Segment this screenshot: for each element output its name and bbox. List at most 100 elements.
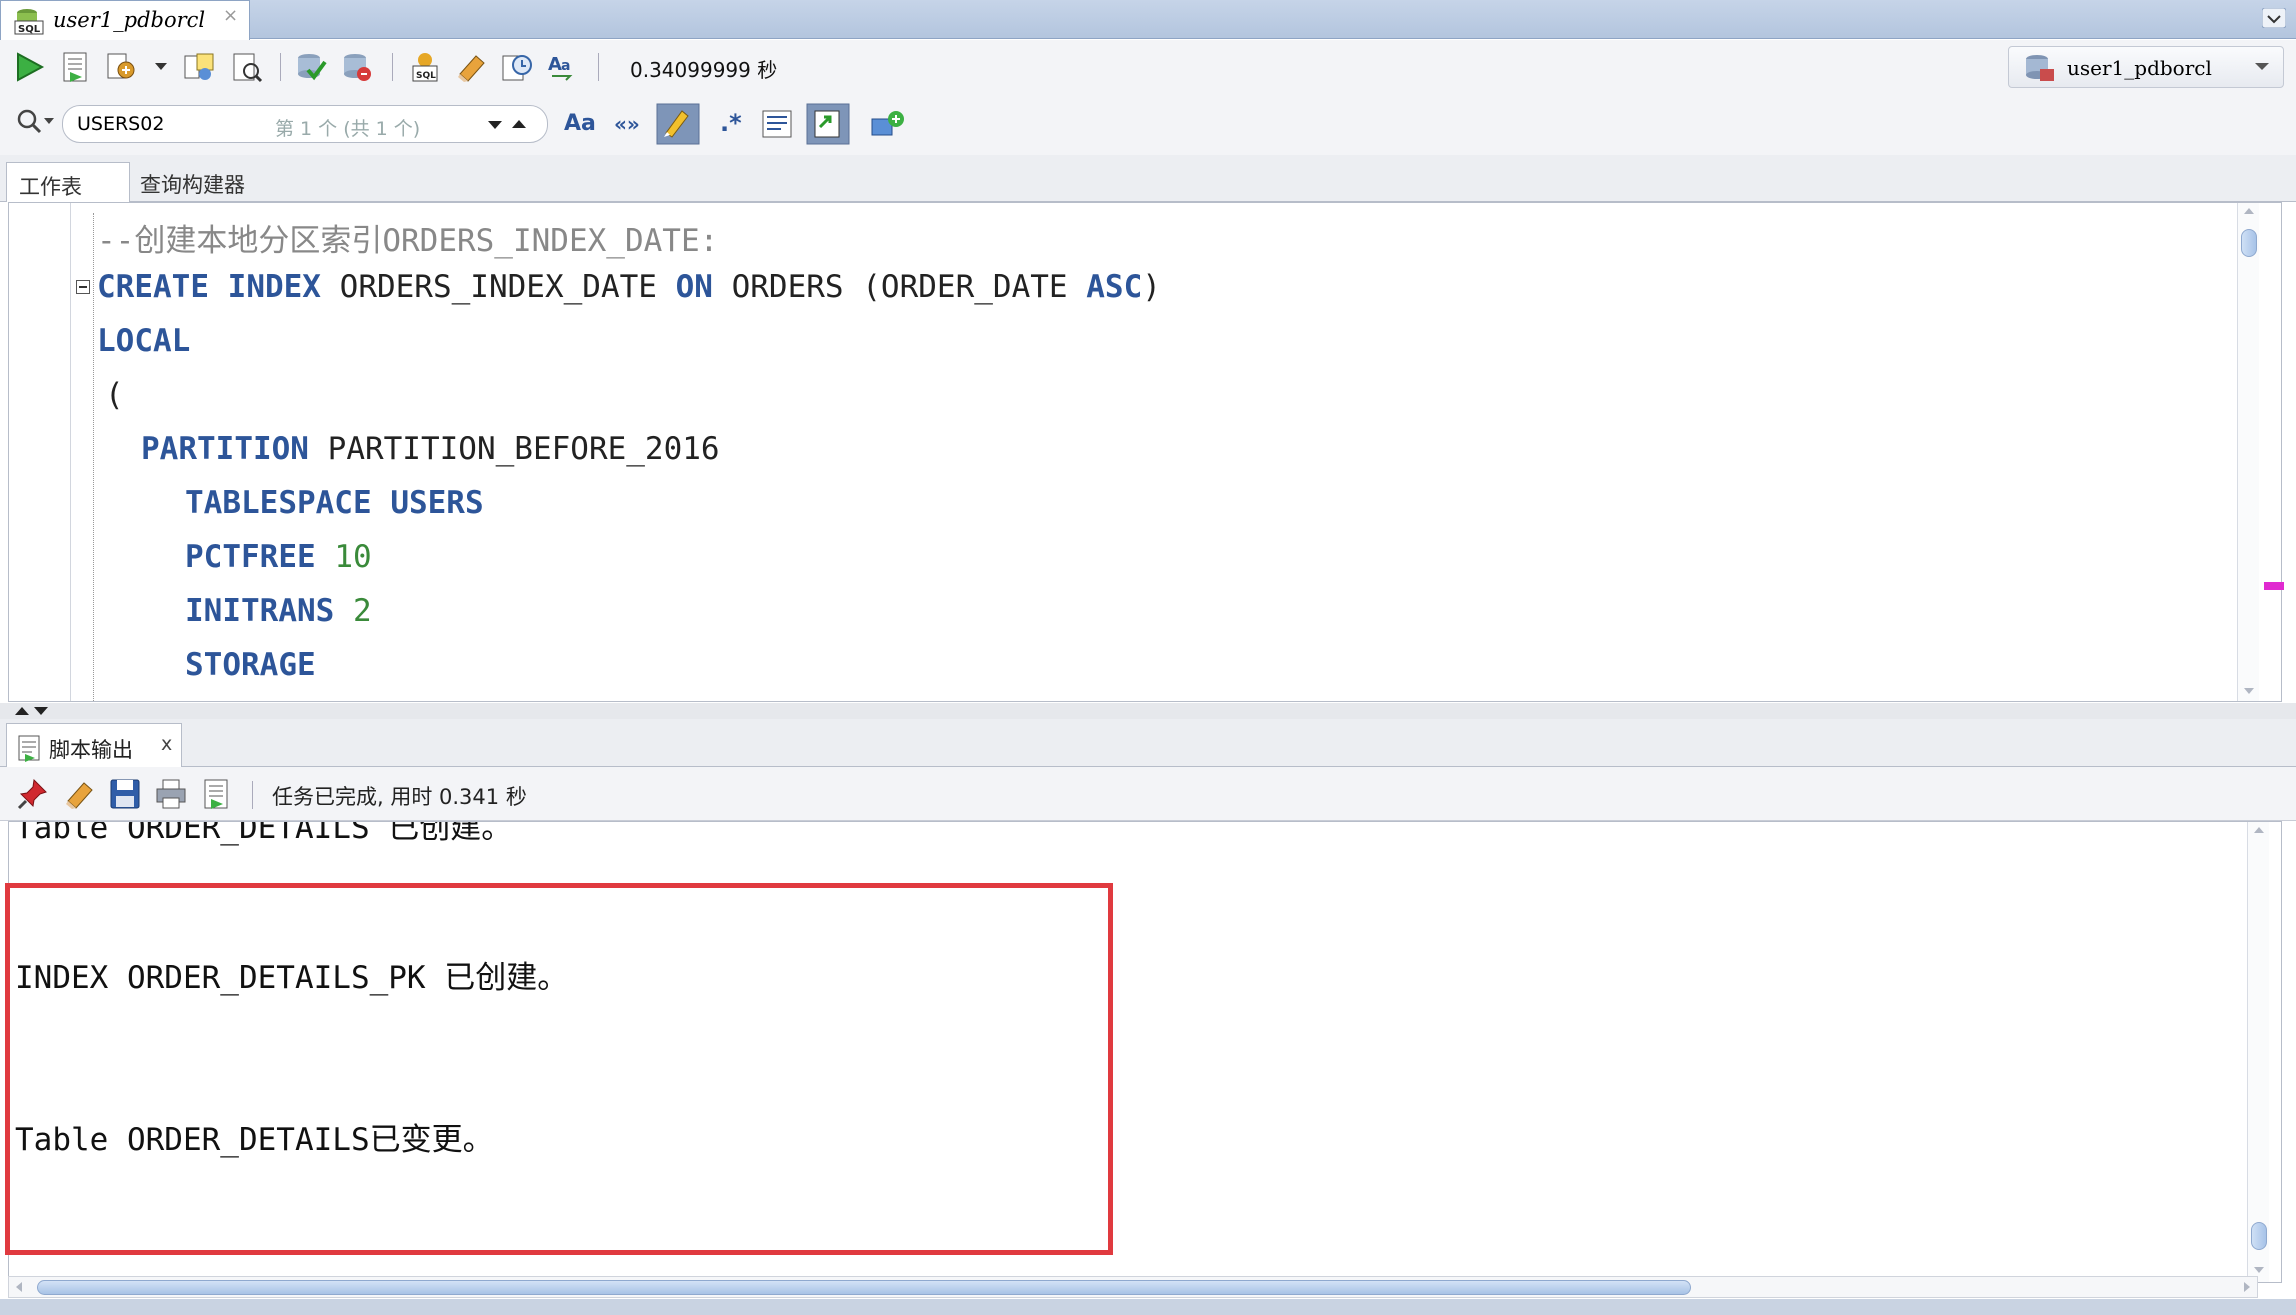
- sql-editor[interactable]: --创建本地分区索引ORDERS_INDEX_DATE: CREATE INDE…: [8, 202, 2282, 702]
- search-icon[interactable]: [16, 109, 56, 135]
- previous-match-icon[interactable]: [511, 118, 527, 130]
- match-case-button[interactable]: Aa: [560, 105, 600, 143]
- wrap-search-icon[interactable]: [760, 107, 794, 141]
- clear-eraser-icon[interactable]: [454, 50, 488, 84]
- replace-icon[interactable]: [870, 107, 906, 141]
- scroll-right-icon[interactable]: [2243, 1281, 2251, 1293]
- to-upper-lower-case-icon[interactable]: Aa: [546, 50, 580, 84]
- splitter-collapse-icons[interactable]: [14, 705, 58, 717]
- search-input[interactable]: [77, 112, 287, 136]
- sql-worksheet-icon: SQL: [13, 7, 45, 35]
- output-toolbar: 任务已完成, 用时 0.341 秒: [0, 767, 2296, 821]
- horizontal-scroll-thumb[interactable]: [37, 1280, 1691, 1295]
- code-line-pctfree: PCTFREE 10: [185, 539, 372, 575]
- scroll-up-icon[interactable]: [2243, 207, 2255, 215]
- svg-text:SQL: SQL: [416, 71, 436, 81]
- script-output-icon: [17, 734, 43, 762]
- number-literal: 2: [352, 593, 372, 629]
- search-field[interactable]: 第 1 个 (共 1 个): [62, 105, 548, 143]
- execution-time: 0.34099999 秒: [630, 58, 778, 82]
- toolbar-separator: [598, 53, 599, 81]
- tab-script-output[interactable]: 脚本输出 x: [6, 723, 182, 767]
- run-script-icon[interactable]: [58, 50, 92, 84]
- sql-history-icon[interactable]: [500, 50, 534, 84]
- sql-tuning-icon[interactable]: [230, 50, 264, 84]
- code-line-local: LOCAL: [97, 323, 190, 359]
- autotrace-dropdown-icon[interactable]: [154, 62, 168, 72]
- task-status: 任务已完成, 用时 0.341 秒: [272, 785, 527, 809]
- code-line-storage: STORAGE: [185, 647, 316, 683]
- whole-word-button[interactable]: «»: [610, 105, 650, 143]
- connection-selector[interactable]: user1_pdborcl: [2008, 46, 2284, 88]
- fold-guide: [93, 213, 94, 701]
- keyword: INITRANS: [185, 593, 335, 629]
- unshared-sql-worksheet-icon[interactable]: SQL: [408, 50, 442, 84]
- keyword: PCTFREE: [185, 539, 316, 575]
- tab-list-dropdown-icon[interactable]: [2262, 8, 2286, 28]
- output-vertical-scrollbar[interactable]: [2247, 822, 2269, 1282]
- output-tabs: 脚本输出 x: [0, 719, 2296, 767]
- search-match-count: 第 1 个 (共 1 个): [275, 118, 421, 140]
- toolbar-separator: [392, 53, 393, 81]
- keyword: STORAGE: [185, 647, 316, 683]
- rollback-icon[interactable]: [340, 50, 374, 84]
- scroll-thumb[interactable]: [2241, 229, 2257, 257]
- regex-icon[interactable]: .*: [712, 107, 746, 141]
- pane-splitter[interactable]: [0, 703, 2296, 719]
- save-icon[interactable]: [108, 777, 142, 811]
- overview-marker[interactable]: [2264, 582, 2284, 590]
- code-line-partition: PARTITION PARTITION_BEFORE_2016: [141, 431, 720, 467]
- identifier: PARTITION_BEFORE_2016: [327, 431, 720, 467]
- search-toolbar: 第 1 个 (共 1 个) Aa «» .*: [0, 95, 2296, 155]
- commit-icon[interactable]: [294, 50, 328, 84]
- pin-icon[interactable]: [16, 777, 50, 811]
- code-line-initrans: INITRANS 2: [185, 593, 372, 629]
- worksheet-toolbar: SQL Aa 0.34099999 秒 user1_pdborcl: [0, 40, 2296, 95]
- chevron-down-icon[interactable]: [2253, 61, 2271, 73]
- close-tab-icon[interactable]: ×: [223, 5, 238, 26]
- search-from-start-button[interactable]: [806, 103, 850, 145]
- run-statement-icon[interactable]: [12, 50, 46, 84]
- code-line-paren: (: [105, 377, 124, 413]
- scroll-left-icon[interactable]: [15, 1281, 23, 1293]
- keyword: ON: [675, 269, 713, 305]
- output-horizontal-scrollbar[interactable]: [8, 1276, 2258, 1298]
- scroll-up-icon[interactable]: [2253, 826, 2265, 834]
- identifier: ORDERS_INDEX_DATE: [339, 269, 657, 305]
- clear-output-eraser-icon[interactable]: [62, 777, 96, 811]
- svg-text:.*: .*: [720, 109, 742, 137]
- document-tab-title: user1_pdborcl: [53, 8, 206, 32]
- number-literal: 10: [334, 539, 372, 575]
- tab-query-builder[interactable]: 查询构建器: [140, 169, 245, 199]
- svg-text:a: a: [561, 58, 570, 74]
- editor-vertical-scrollbar[interactable]: [2237, 203, 2259, 701]
- autotrace-icon[interactable]: [104, 50, 138, 84]
- scroll-down-icon[interactable]: [2253, 1266, 2265, 1274]
- code-comment-line: --创建本地分区索引ORDERS_INDEX_DATE:: [97, 223, 719, 259]
- document-tab-strip: SQL user1_pdborcl ×: [0, 0, 2296, 40]
- scroll-thumb[interactable]: [2251, 1222, 2267, 1250]
- identifier: (ORDER_DATE: [862, 269, 1068, 305]
- fold-collapse-icon[interactable]: [76, 280, 90, 294]
- toolbar-separator: [252, 781, 253, 809]
- explain-plan-icon[interactable]: [182, 50, 216, 84]
- code-line-tablespace: TABLESPACE USERS: [185, 485, 484, 521]
- run-script-output-icon[interactable]: [200, 777, 234, 811]
- scroll-down-icon[interactable]: [2243, 687, 2255, 695]
- document-tab[interactable]: SQL user1_pdborcl ×: [0, 0, 250, 40]
- connection-name: user1_pdborcl: [2067, 56, 2212, 80]
- keyword: USERS: [390, 485, 484, 521]
- highlight-annotation-box: [5, 883, 1113, 1255]
- highlight-matches-button[interactable]: [656, 103, 700, 145]
- keyword: CREATE: [97, 269, 209, 305]
- database-connection-icon: [2023, 53, 2055, 83]
- identifier: ORDERS: [731, 269, 844, 305]
- tab-worksheet[interactable]: 工作表: [6, 162, 130, 202]
- next-match-icon[interactable]: [487, 119, 503, 131]
- keyword: PARTITION: [141, 431, 309, 467]
- close-output-tab-icon[interactable]: x: [161, 733, 172, 755]
- output-line: Table ORDER_DETAILS 已创建。: [15, 821, 513, 846]
- keyword: INDEX: [227, 269, 321, 305]
- print-icon[interactable]: [154, 777, 188, 811]
- keyword: ASC: [1086, 269, 1143, 305]
